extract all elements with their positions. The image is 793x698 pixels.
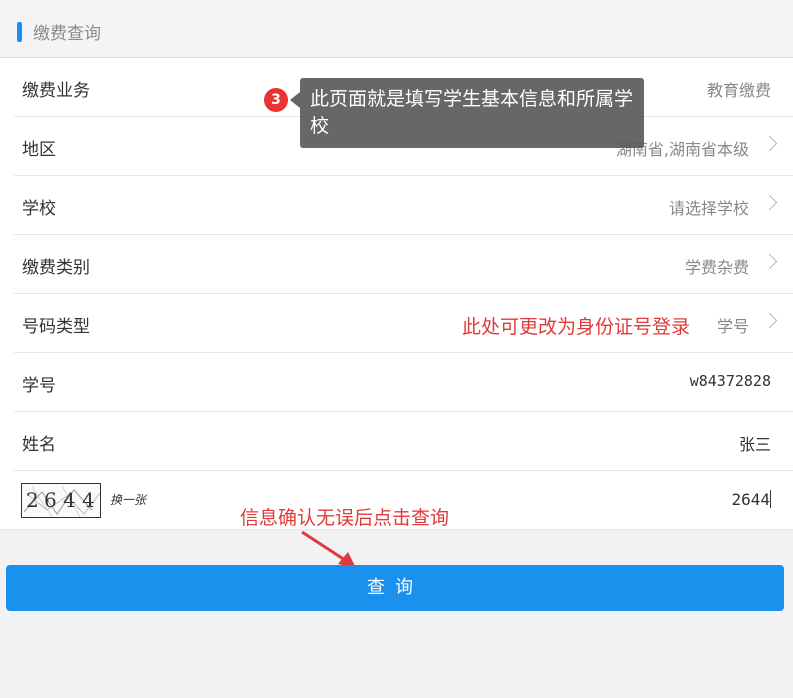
chevron-right-icon[interactable] bbox=[761, 135, 778, 152]
section-header: 缴费查询 bbox=[0, 0, 793, 58]
row-fee-type[interactable]: 缴费类别 学费杂费 bbox=[14, 235, 793, 294]
tooltip-arrow bbox=[290, 92, 300, 108]
name-label: 姓名 bbox=[22, 435, 56, 455]
section-title: 缴费查询 bbox=[33, 24, 101, 44]
captcha-digit: 6 bbox=[44, 488, 57, 512]
captcha-image[interactable]: 2 6 4 4 bbox=[21, 483, 101, 518]
id-type-annotation: 此处可更改为身份证号登录 bbox=[462, 316, 691, 338]
captcha-digit: 4 bbox=[63, 488, 76, 512]
text-caret bbox=[770, 490, 771, 508]
row-school[interactable]: 学校 请选择学校 bbox=[14, 176, 793, 235]
captcha-digit: 4 bbox=[82, 488, 95, 512]
id-type-label: 号码类型 bbox=[22, 317, 90, 337]
business-value: 教育缴费 bbox=[706, 81, 771, 100]
row-name[interactable]: 姓名 张三 bbox=[14, 412, 793, 471]
section-accent-bar bbox=[17, 22, 22, 42]
captcha-input[interactable]: 2644 bbox=[731, 490, 771, 509]
fee-type-label: 缴费类别 bbox=[22, 258, 90, 278]
captcha-digit: 2 bbox=[26, 488, 39, 512]
guide-tooltip: 此页面就是填写学生基本信息和所属学校 bbox=[300, 78, 644, 148]
business-label: 缴费业务 bbox=[22, 81, 90, 101]
chevron-right-icon[interactable] bbox=[761, 194, 778, 211]
region-label: 地区 bbox=[22, 140, 56, 160]
arrow-down-right-icon bbox=[301, 530, 356, 568]
step-badge: 3 bbox=[264, 88, 288, 112]
student-no-label: 学号 bbox=[22, 376, 56, 396]
fee-type-select[interactable]: 学费杂费 bbox=[685, 254, 749, 278]
id-type-select[interactable]: 学号 bbox=[717, 313, 749, 337]
confirm-annotation: 信息确认无误后点击查询 bbox=[240, 507, 450, 529]
query-button[interactable]: 查询 bbox=[6, 565, 784, 611]
name-input[interactable]: 张三 bbox=[739, 431, 771, 455]
chevron-right-icon[interactable] bbox=[761, 253, 778, 270]
row-student-no[interactable]: 学号 w84372828 bbox=[14, 353, 793, 412]
student-no-input[interactable]: w84372828 bbox=[690, 372, 771, 390]
school-select[interactable]: 请选择学校 bbox=[669, 195, 749, 219]
captcha-refresh-link[interactable]: 换一张 bbox=[110, 491, 146, 508]
captcha-input-text: 2644 bbox=[731, 490, 770, 509]
school-label: 学校 bbox=[22, 199, 56, 219]
chevron-right-icon[interactable] bbox=[761, 312, 778, 329]
